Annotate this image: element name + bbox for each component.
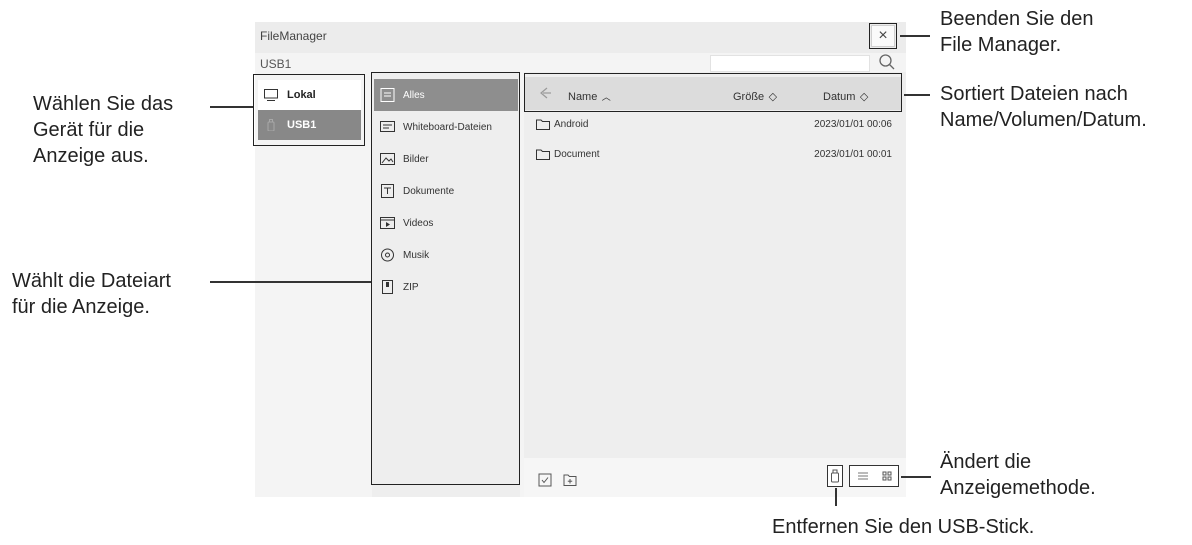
list-view-icon[interactable] xyxy=(857,471,869,481)
title-bar xyxy=(255,22,906,53)
annotation-line: Wählt die Dateiart xyxy=(12,270,171,292)
grid-view-icon[interactable] xyxy=(882,471,892,481)
folder-icon xyxy=(536,119,550,130)
file-list-pane xyxy=(524,72,906,497)
usb-eject-icon xyxy=(831,469,839,483)
device-leader-line xyxy=(210,106,253,108)
filetype-annotation: Wählt die Dateiart für die Anzeige. xyxy=(12,268,171,320)
category-highlight-box xyxy=(371,72,520,485)
search-input[interactable] xyxy=(710,55,870,72)
annotation-line: Ändert die xyxy=(940,451,1032,473)
annotation-line: Anzeige aus. xyxy=(33,145,149,167)
sort-header-highlight-box xyxy=(524,73,902,112)
file-date: 2023/01/01 00:01 xyxy=(814,148,892,160)
window-title: FileManager xyxy=(260,29,327,43)
view-leader-line xyxy=(901,476,931,478)
file-row[interactable]: Android 2023/01/01 00:06 xyxy=(536,114,896,134)
sort-annotation: Sortiert Dateien nach Name/Volumen/Datum… xyxy=(940,81,1147,133)
annotation-line: Wählen Sie das xyxy=(33,93,174,115)
usb-leader-line xyxy=(835,488,837,506)
annotation-line: Sortiert Dateien nach xyxy=(940,83,1128,105)
exit-leader-line xyxy=(900,35,930,37)
file-name: Android xyxy=(554,118,589,130)
annotation-line: Beenden Sie den xyxy=(940,8,1094,30)
annotation-line: Gerät für die xyxy=(33,119,145,141)
view-mode-toggle[interactable] xyxy=(849,465,899,487)
select-checkbox-icon[interactable] xyxy=(538,473,552,487)
current-device-label: USB1 xyxy=(260,57,292,71)
folder-icon xyxy=(536,149,550,160)
close-highlight-box xyxy=(869,23,897,49)
annotation-line: File Manager. xyxy=(940,34,1062,56)
filetype-leader-line xyxy=(210,281,371,283)
new-folder-icon[interactable] xyxy=(563,473,577,487)
usb-annotation: Entfernen Sie den USB-Stick. xyxy=(772,516,1035,538)
annotation-line: für die Anzeige. xyxy=(12,296,150,318)
file-row[interactable]: Document 2023/01/01 00:01 xyxy=(536,144,896,164)
device-annotation: Wählen Sie das Gerät für die Anzeige aus… xyxy=(33,91,173,169)
annotation-line: Name/Volumen/Datum. xyxy=(940,109,1147,131)
sort-leader-line xyxy=(904,94,930,96)
annotation-line: Anzeigemethode. xyxy=(940,477,1096,499)
exit-annotation: Beenden Sie den File Manager. xyxy=(940,6,1093,58)
device-highlight-box xyxy=(253,74,365,146)
file-name: Document xyxy=(554,148,600,160)
view-annotation: Ändert die Anzeigemethode. xyxy=(940,449,1096,501)
search-icon[interactable] xyxy=(878,53,896,71)
eject-usb-button[interactable] xyxy=(827,465,843,487)
file-date: 2023/01/01 00:06 xyxy=(814,118,892,130)
